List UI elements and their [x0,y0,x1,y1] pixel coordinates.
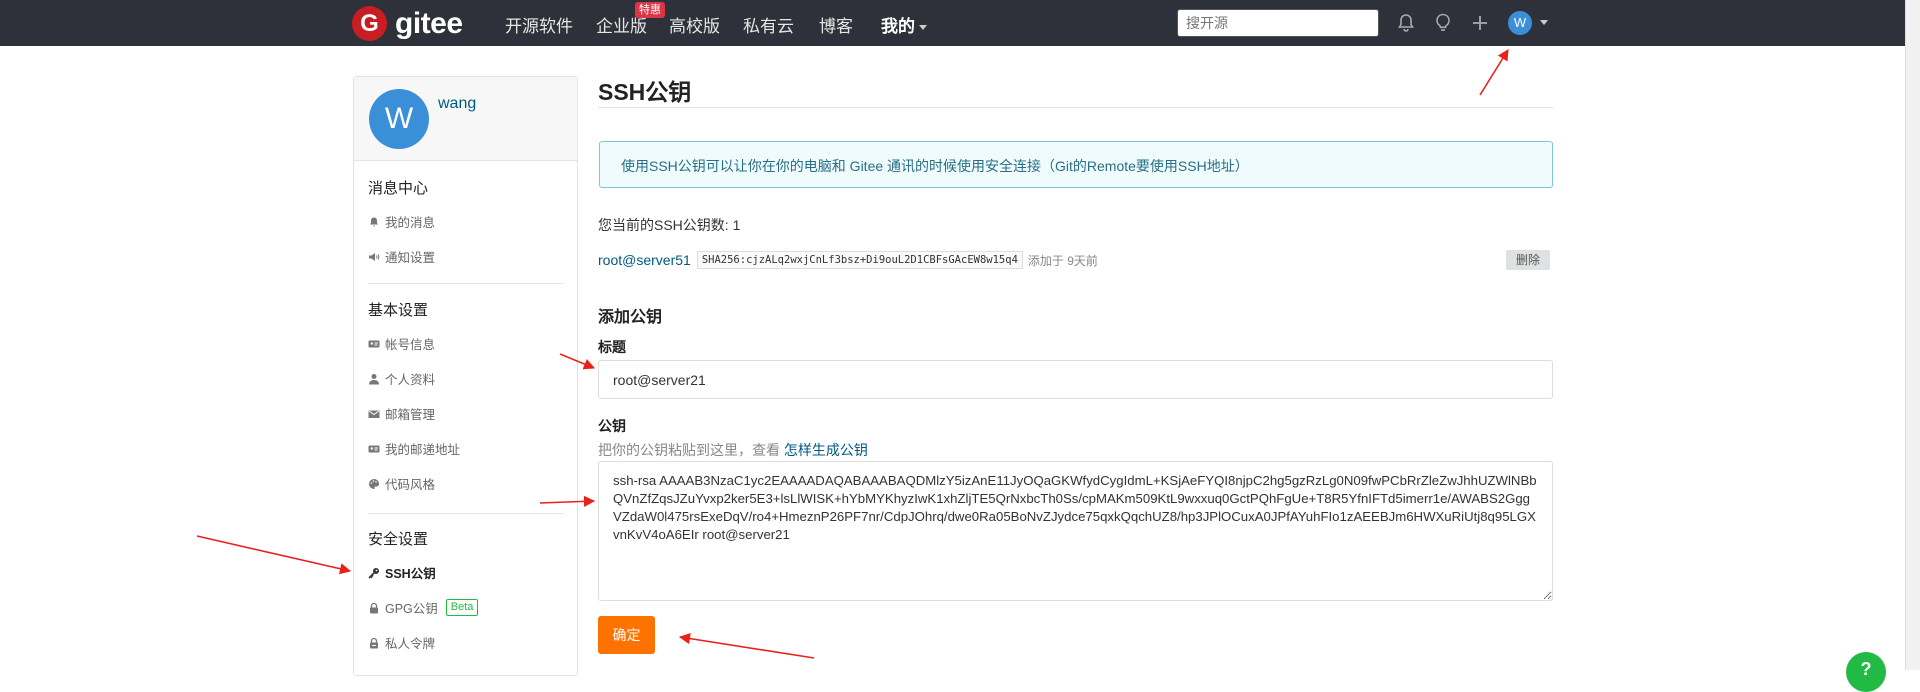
sidebar-item-label: 通知设置 [385,251,436,265]
avatar-chevron-down-icon[interactable] [1540,20,1548,25]
sidebar-item-label: 帐号信息 [385,338,436,352]
sidebar-item-label: GPG公钥 [385,602,438,616]
help-button[interactable]: ? [1846,652,1886,692]
profile-avatar[interactable]: W [369,89,429,149]
key-field-label: 公钥 [598,418,626,434]
key-hint-text: 把你的公钥粘贴到这里，查看 [598,442,784,458]
top-navbar: G gitee 开源软件 企业版 特惠 高校版 私有云 博客 我的 W [0,0,1905,46]
chevron-down-icon [919,25,927,31]
sidebar-item-label: 我的邮递地址 [385,443,461,457]
sidebar-item-my-messages[interactable]: 我的消息 [368,212,435,231]
ssh-key-count: 您当前的SSH公钥数: 1 [598,217,741,233]
nav-private-cloud[interactable]: 私有云 [743,12,794,37]
annotation-arrow-ssh [196,535,352,575]
page-scrollbar[interactable] [1905,0,1920,670]
annotation-arrow-submit [678,633,815,659]
speaker-icon [369,252,380,261]
title-divider [598,107,1553,108]
sidebar-divider [368,283,564,284]
sidebar-item-ssh-keys[interactable]: SSH公钥 [368,563,436,582]
profile-card: W wang [354,77,577,161]
nav-blog[interactable]: 博客 [819,12,853,37]
key-hint: 把你的公钥粘贴到这里，查看 怎样生成公钥 [598,440,868,460]
sidebar-item-private-tokens[interactable]: 私人令牌 [368,633,435,652]
gitee-logo[interactable]: G gitee [352,6,463,41]
lock-icon [370,602,378,613]
sidebar-item-account[interactable]: 帐号信息 [368,334,435,353]
bell-icon [370,217,378,226]
add-key-heading: 添加公钥 [598,309,663,326]
ssh-key-added-time: 添加于 9天前 [1027,253,1098,268]
sidebar-item-label: 私人令牌 [385,637,436,651]
nav-mine[interactable]: 我的 [881,12,927,37]
page-title: SSH公钥 [598,79,692,105]
nav-mine-label: 我的 [881,17,915,36]
gitee-logo-icon: G [352,6,387,41]
promo-badge: 特惠 [635,2,665,18]
sidebar-item-label: 个人资料 [385,373,436,387]
sidebar-item-notification-settings[interactable]: 通知设置 [368,247,435,266]
sidebar-item-email[interactable]: 邮箱管理 [368,404,435,423]
group-title-messages: 消息中心 [368,180,429,197]
group-title-security: 安全设置 [368,531,429,548]
gitee-logo-text: gitee [395,6,463,40]
beta-badge: Beta [445,599,479,616]
user-icon [369,373,379,384]
bell-icon[interactable] [1394,11,1418,35]
title-field-label: 标题 [598,339,626,355]
sidebar-item-profile[interactable]: 个人资料 [368,369,435,388]
sidebar-item-label: 邮箱管理 [385,408,436,422]
key-icon [368,567,379,579]
id-card-icon [368,340,380,347]
info-message: 使用SSH公钥可以让你在你的电脑和 Gitee 通讯的时候使用安全连接（Git的… [599,141,1553,188]
plus-icon[interactable] [1468,11,1492,35]
envelope-icon [368,410,380,418]
ssh-key-name[interactable]: root@server51 [598,252,691,268]
nav-open-source[interactable]: 开源软件 [505,12,573,37]
ssh-key-row: root@server51 SHA256:cjzALq2wxjCnLf3bsz+… [598,250,1553,270]
search-input[interactable] [1177,9,1379,37]
address-card-icon [368,445,380,452]
public-key-textarea[interactable]: ssh-rsa AAAAB3NzaC1yc2EAAAADAQABAAABAQDM… [598,461,1553,601]
nav-education[interactable]: 高校版 [669,12,720,37]
sidebar-divider [368,513,564,514]
palette-icon [369,478,380,489]
annotation-arrow-avatar [1479,49,1509,96]
sidebar-item-label: 代码风格 [385,478,436,492]
token-icon [370,637,378,648]
profile-username[interactable]: wang [438,95,476,113]
delete-key-button[interactable]: 删除 [1506,250,1550,270]
user-avatar[interactable]: W [1508,11,1532,35]
sidebar-item-gpg-keys[interactable]: GPG公钥 Beta [368,598,479,617]
bulb-icon[interactable] [1431,11,1455,35]
key-title-input[interactable] [598,360,1553,399]
ssh-key-fingerprint: SHA256:cjzALq2wxjCnLf3bsz+Di9ouL2D1CBFsG… [696,251,1023,269]
how-to-generate-key-link[interactable]: 怎样生成公钥 [784,442,868,458]
sidebar-item-label: 我的消息 [385,216,436,230]
group-title-basic: 基本设置 [368,302,429,319]
sidebar-item-address[interactable]: 我的邮递地址 [368,439,460,458]
sidebar-item-code-style[interactable]: 代码风格 [368,474,435,493]
sidebar-item-label: SSH公钥 [385,567,436,581]
confirm-button[interactable]: 确定 [598,616,655,654]
settings-sidebar: W wang 消息中心 我的消息 通知设置 基本设置 帐号信息 个人资料 邮箱管… [353,76,578,676]
